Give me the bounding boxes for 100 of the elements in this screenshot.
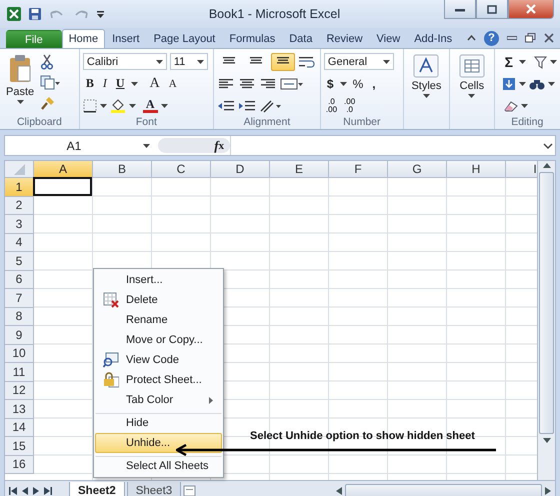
paste-button[interactable]: Paste (3, 52, 38, 115)
restore-button[interactable] (476, 0, 508, 19)
menu-item[interactable]: View Code (95, 350, 222, 370)
cut-icon[interactable] (40, 54, 54, 70)
name-box[interactable]: A1 (5, 136, 158, 155)
last-sheet-icon[interactable] (44, 487, 52, 495)
close-button[interactable] (508, 0, 554, 19)
copy-icon[interactable] (40, 75, 60, 90)
clear-icon[interactable] (502, 100, 518, 112)
align-right-icon[interactable] (258, 76, 277, 90)
borders-icon[interactable] (82, 98, 97, 112)
scrollbar-thumb[interactable] (539, 172, 554, 434)
row-header[interactable]: 13 (5, 400, 34, 418)
scroll-down-icon[interactable] (542, 438, 550, 443)
dropdown-caret-icon[interactable] (340, 82, 347, 86)
currency-button[interactable]: $ (324, 75, 337, 92)
row-header[interactable]: 4 (5, 234, 34, 252)
scroll-left-icon[interactable] (336, 487, 342, 495)
next-sheet-icon[interactable] (33, 487, 39, 495)
dropdown-caret-icon[interactable] (16, 100, 24, 104)
row-header[interactable]: 16 (5, 456, 34, 474)
customize-toolbar-icon[interactable] (96, 10, 105, 18)
merge-center-icon[interactable] (280, 76, 304, 90)
dropdown-caret-icon[interactable] (156, 60, 163, 64)
sheet-tab[interactable]: Sheet2 (69, 482, 125, 496)
menu-item[interactable]: Rename (95, 310, 222, 330)
ribbon-tab[interactable]: Formulas (222, 29, 282, 48)
dropdown-caret-icon[interactable] (518, 82, 526, 86)
help-button[interactable]: ? (484, 30, 499, 46)
ribbon-tab[interactable]: Add-Ins (407, 29, 460, 48)
font-name-field[interactable]: Calibri (82, 53, 167, 70)
row-header[interactable]: 2 (5, 196, 34, 215)
fill-color-icon[interactable] (110, 98, 126, 113)
close-icon[interactable] (544, 33, 554, 43)
dropdown-caret-icon[interactable] (518, 60, 526, 64)
menu-item[interactable]: Tab Color (95, 390, 222, 410)
row-header[interactable]: 1 (5, 178, 34, 196)
active-cell[interactable] (33, 177, 92, 196)
styles-button[interactable]: Styles (408, 52, 444, 129)
decrease-indent-icon[interactable] (216, 98, 235, 112)
font-color-button[interactable]: A (142, 98, 158, 113)
column-header[interactable]: G (388, 161, 447, 178)
collapse-ribbon-icon[interactable] (467, 35, 476, 41)
row-header[interactable]: 11 (5, 363, 34, 382)
fill-icon[interactable] (502, 76, 516, 90)
row-header[interactable]: 3 (5, 215, 34, 234)
underline-button[interactable]: U (112, 75, 128, 92)
format-painter-icon[interactable] (40, 95, 56, 111)
dropdown-caret-icon[interactable] (520, 104, 528, 108)
menu-item[interactable]: Move or Copy... (95, 330, 222, 350)
column-header[interactable]: A (34, 161, 93, 178)
orientation-icon[interactable] (258, 98, 283, 112)
column-header[interactable]: C (152, 161, 211, 178)
shrink-font-button[interactable]: A (166, 75, 180, 92)
column-header[interactable]: B (93, 161, 152, 178)
ribbon-tab[interactable]: Page Layout (146, 29, 222, 48)
ribbon-tab[interactable]: File (6, 30, 62, 48)
dropdown-caret-icon[interactable] (422, 94, 430, 98)
increase-indent-icon[interactable] (238, 98, 256, 112)
increase-decimal-button[interactable]: .0 .00 (324, 98, 340, 114)
row-header[interactable]: 7 (5, 289, 34, 308)
percent-button[interactable]: % (350, 75, 366, 92)
comma-style-button[interactable]: , (369, 75, 379, 92)
scroll-up-icon[interactable] (542, 163, 550, 168)
sheet-tab[interactable]: Sheet3 (126, 482, 182, 496)
bottom-align-button[interactable] (270, 52, 295, 70)
menu-item[interactable]: Insert... (95, 270, 222, 290)
dropdown-caret-icon[interactable] (550, 60, 557, 64)
grow-font-button[interactable]: A (146, 75, 163, 92)
ribbon-tab[interactable]: View (370, 29, 408, 48)
row-header[interactable]: 14 (5, 418, 34, 437)
autosum-button[interactable]: Σ (502, 53, 516, 70)
dropdown-caret-icon[interactable] (160, 104, 168, 108)
row-header[interactable]: 9 (5, 326, 34, 344)
menu-item[interactable]: Protect Sheet... (95, 370, 222, 390)
expand-formula-bar-icon[interactable] (541, 140, 555, 150)
font-size-field[interactable]: 11 (170, 53, 208, 70)
scrollbar-thumb[interactable] (345, 484, 542, 496)
ribbon-tab[interactable]: Review (319, 29, 370, 48)
first-sheet-icon[interactable] (9, 487, 17, 495)
dropdown-caret-icon[interactable] (548, 82, 555, 86)
menu-item[interactable]: Select All Sheets (95, 456, 222, 476)
dropdown-caret-icon[interactable] (100, 104, 107, 108)
cells-button[interactable]: Cells (456, 52, 488, 129)
bold-button[interactable]: B (82, 75, 97, 92)
minimize-icon[interactable] (507, 36, 517, 40)
dropdown-caret-icon[interactable] (130, 82, 138, 86)
menu-item[interactable]: Unhide... (95, 433, 222, 453)
row-header[interactable]: 10 (5, 344, 34, 363)
column-header[interactable]: E (270, 161, 329, 178)
menu-item[interactable]: Delete (95, 290, 222, 310)
decrease-decimal-button[interactable]: .00 .0 (342, 98, 358, 114)
row-header[interactable]: 15 (5, 437, 34, 456)
row-header[interactable]: 8 (5, 308, 34, 326)
ribbon-tab[interactable]: Data (282, 29, 320, 48)
dropdown-caret-icon[interactable] (196, 60, 204, 64)
dropdown-caret-icon[interactable] (143, 144, 150, 148)
row-header[interactable]: 12 (5, 382, 34, 400)
row-header[interactable]: 5 (5, 252, 34, 270)
restore-icon[interactable] (525, 33, 536, 43)
